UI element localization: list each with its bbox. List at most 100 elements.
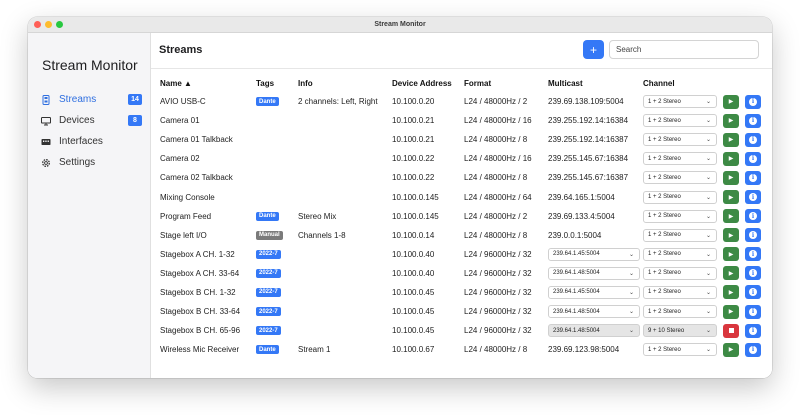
play-icon: ▶ (728, 347, 734, 354)
stop-icon (728, 328, 734, 334)
column-header-address[interactable]: Device Address (392, 75, 452, 92)
column-header-info[interactable]: Info (298, 75, 313, 92)
channel-value: 1 + 2 Stereo (648, 117, 681, 124)
play-cell: ▶ (723, 264, 739, 283)
chevron-down-icon: ⌄ (705, 156, 711, 163)
chevron-down-icon: ⌄ (628, 309, 634, 316)
tags-cell: 2022-7 (256, 245, 281, 264)
multicast-cell: 239.69.138.109:5004 (548, 92, 624, 111)
play-button[interactable]: ▶ (723, 266, 739, 281)
sidebar-item-streams[interactable]: Streams 14 (35, 89, 145, 110)
search-input[interactable] (609, 40, 759, 59)
sidebar-item-settings[interactable]: Settings (35, 152, 145, 173)
info-button[interactable]: i (745, 132, 761, 147)
play-button[interactable]: ▶ (723, 285, 739, 300)
channel-cell: 1 + 2 Stereo ⌄ (643, 111, 717, 130)
multicast-select[interactable]: 239.64.1.48:5004 ⌄ (548, 305, 640, 319)
tag-badge: 2022-7 (256, 307, 281, 317)
sidebar-item-interfaces[interactable]: Interfaces (35, 131, 145, 152)
info-button[interactable]: i (745, 228, 761, 243)
add-stream-button[interactable]: + (583, 40, 604, 59)
column-header-name[interactable]: Name ▲ (160, 75, 192, 92)
multicast-select[interactable]: 239.64.1.48:5004 ⌄ (548, 324, 640, 338)
info-button[interactable]: i (745, 342, 761, 357)
info-button[interactable]: i (745, 190, 761, 205)
sidebar-item-label: Streams (59, 94, 97, 105)
channel-select[interactable]: 1 + 2 Stereo ⌄ (643, 114, 717, 128)
multicast-select[interactable]: 239.64.1.45:5004 ⌄ (548, 285, 640, 299)
multicast-select[interactable]: 239.64.1.48:5004 ⌄ (548, 266, 640, 280)
stream-format: L24 / 48000Hz / 8 (464, 135, 528, 145)
column-header-channel[interactable]: Channel (643, 75, 675, 92)
play-cell: ▶ (723, 302, 739, 321)
channel-select[interactable]: 1 + 2 Stereo ⌄ (643, 228, 717, 242)
channel-select[interactable]: 1 + 2 Stereo ⌄ (643, 95, 717, 109)
info-button[interactable]: i (745, 94, 761, 109)
sidebar-item-devices[interactable]: Devices 8 (35, 110, 145, 131)
play-button[interactable]: ▶ (723, 209, 739, 224)
play-button[interactable]: ▶ (723, 151, 739, 166)
multicast-select[interactable]: 239.64.1.45:5004 ⌄ (548, 247, 640, 261)
info-button[interactable]: i (745, 170, 761, 185)
close-window-button[interactable] (34, 21, 41, 28)
play-cell: ▶ (723, 130, 739, 149)
table-row: Stage left I/O Manual Channels 1-8 10.100.0… (151, 226, 772, 245)
channel-select[interactable]: 1 + 2 Stereo ⌄ (643, 133, 717, 147)
play-icon: ▶ (728, 251, 734, 258)
play-button[interactable]: ▶ (723, 113, 739, 128)
stream-format: L24 / 48000Hz / 16 (464, 116, 532, 126)
play-button[interactable]: ▶ (723, 132, 739, 147)
play-button[interactable]: ▶ (723, 247, 739, 262)
table-row: Stagebox A CH. 33-64 2022-7 10.100.0.40 L24… (151, 264, 772, 283)
chevron-down-icon: ⌄ (705, 270, 711, 277)
devices-icon (41, 116, 51, 126)
column-header-format[interactable]: Format (464, 75, 491, 92)
table-row: Camera 02 10.100.0.22 L24 / 48000Hz / 16 23… (151, 149, 772, 168)
channel-select[interactable]: 9 + 10 Stereo ⌄ (643, 324, 717, 338)
info-button[interactable]: i (745, 247, 761, 262)
play-cell: ▶ (723, 92, 739, 111)
play-button[interactable]: ▶ (723, 170, 739, 185)
play-button[interactable]: ▶ (723, 94, 739, 109)
window-controls (34, 21, 63, 28)
play-button[interactable]: ▶ (723, 342, 739, 357)
device-address: 10.100.0.40 (392, 249, 435, 259)
multicast-cell: 239.0.0.1:5004 (548, 226, 601, 245)
multicast-cell: 239.255.192.14:16384 (548, 111, 628, 130)
play-button[interactable]: ▶ (723, 304, 739, 319)
column-header-multicast[interactable]: Multicast (548, 75, 583, 92)
info-icon: i (749, 250, 757, 259)
column-header-tags[interactable]: Tags (256, 75, 274, 92)
channel-select[interactable]: 1 + 2 Stereo ⌄ (643, 190, 717, 204)
channel-select[interactable]: 1 + 2 Stereo ⌄ (643, 209, 717, 223)
channel-select[interactable]: 1 + 2 Stereo ⌄ (643, 247, 717, 261)
info-button[interactable]: i (745, 285, 761, 300)
info-button[interactable]: i (745, 113, 761, 128)
multicast-cell: 239.64.1.45:5004 ⌄ (548, 283, 640, 302)
play-button[interactable]: ▶ (723, 190, 739, 205)
channel-value: 1 + 2 Stereo (648, 98, 681, 105)
channel-select[interactable]: 1 + 2 Stereo ⌄ (643, 171, 717, 185)
info-button[interactable]: i (745, 304, 761, 319)
multicast-cell: 239.255.145.67:16387 (548, 168, 628, 187)
channel-value: 1 + 2 Stereo (648, 346, 681, 353)
play-button[interactable]: ▶ (723, 228, 739, 243)
channel-select[interactable]: 1 + 2 Stereo ⌄ (643, 343, 717, 357)
chevron-down-icon: ⌄ (705, 251, 711, 258)
channel-select[interactable]: 1 + 2 Stereo ⌄ (643, 285, 717, 299)
minimize-window-button[interactable] (45, 21, 52, 28)
channel-select[interactable]: 1 + 2 Stereo ⌄ (643, 152, 717, 166)
maximize-window-button[interactable] (56, 21, 63, 28)
stop-button[interactable] (723, 323, 739, 338)
channel-select[interactable]: 1 + 2 Stereo ⌄ (643, 305, 717, 319)
info-button[interactable]: i (745, 323, 761, 338)
info-cell: i (745, 302, 761, 321)
channel-select[interactable]: 1 + 2 Stereo ⌄ (643, 266, 717, 280)
info-button[interactable]: i (745, 209, 761, 224)
stream-name: Stagebox A CH. 33-64 (160, 268, 240, 278)
play-icon: ▶ (728, 213, 734, 220)
chevron-down-icon: ⌄ (628, 270, 634, 277)
info-button[interactable]: i (745, 151, 761, 166)
stream-format: L24 / 48000Hz / 2 (464, 211, 528, 221)
info-button[interactable]: i (745, 266, 761, 281)
